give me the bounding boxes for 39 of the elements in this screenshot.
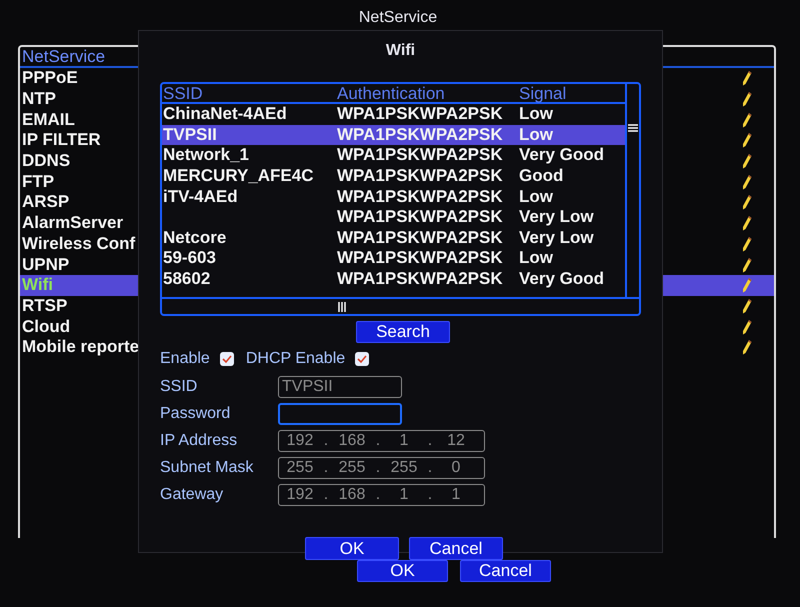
signal-cell: Very Good [519,145,604,164]
signal-cell: Very Low [519,228,594,247]
field-label: IP Address [160,432,238,450]
signal-cell: Low [519,186,553,206]
auth-cell: WPA1PSKWPA2PSK [337,186,503,206]
ssid-cell: MERCURY_AFE4C [163,166,314,186]
signal-cell: Very Low [519,207,594,226]
field-label: Gateway [160,486,224,504]
ssid-cell: Network_1 [163,145,249,164]
ssid-cell: TVPSII [163,124,217,144]
window-title: NetService [358,8,438,28]
ssid-cell: 59-603 [163,248,216,268]
auth-cell: WPA1PSKWPA2PSK [337,124,503,144]
auth-cell: WPA1PSKWPA2PSK [337,248,503,268]
auth-cell: WPA1PSKWPA2PSK [337,207,503,226]
ssid-cell: iTV-4AEd [163,186,238,206]
ssid-cell: Netcore [163,228,226,247]
field-label: Password [160,405,232,423]
column-header: Authentication [337,84,446,102]
auth-cell: WPA1PSKWPA2PSK [337,228,503,247]
column-header: SSID [162,84,204,102]
list-header: NetService [22,47,106,66]
auth-cell: WPA1PSKWPA2PSK [337,269,503,288]
column-header: Signal [519,84,568,102]
enable-label: Enable [160,350,210,368]
signal-cell: Good [519,166,564,186]
signal-cell: Very Good [519,269,604,288]
ssid-cell: 58602 [163,269,210,288]
signal-cell: Low [519,248,553,268]
auth-cell: WPA1PSKWPA2PSK [337,145,503,164]
field-label: SSID [160,378,198,396]
ssid-cell: ChinaNet-4AEd [163,104,287,124]
dialog-title: Wifi [386,42,416,59]
auth-cell: WPA1PSKWPA2PSK [337,104,503,124]
signal-cell: Low [519,124,553,144]
dhcp-label: DHCP Enable [246,350,346,368]
signal-cell: Low [519,104,553,124]
field-label: Subnet Mask [160,459,254,477]
auth-cell: WPA1PSKWPA2PSK [337,166,503,186]
